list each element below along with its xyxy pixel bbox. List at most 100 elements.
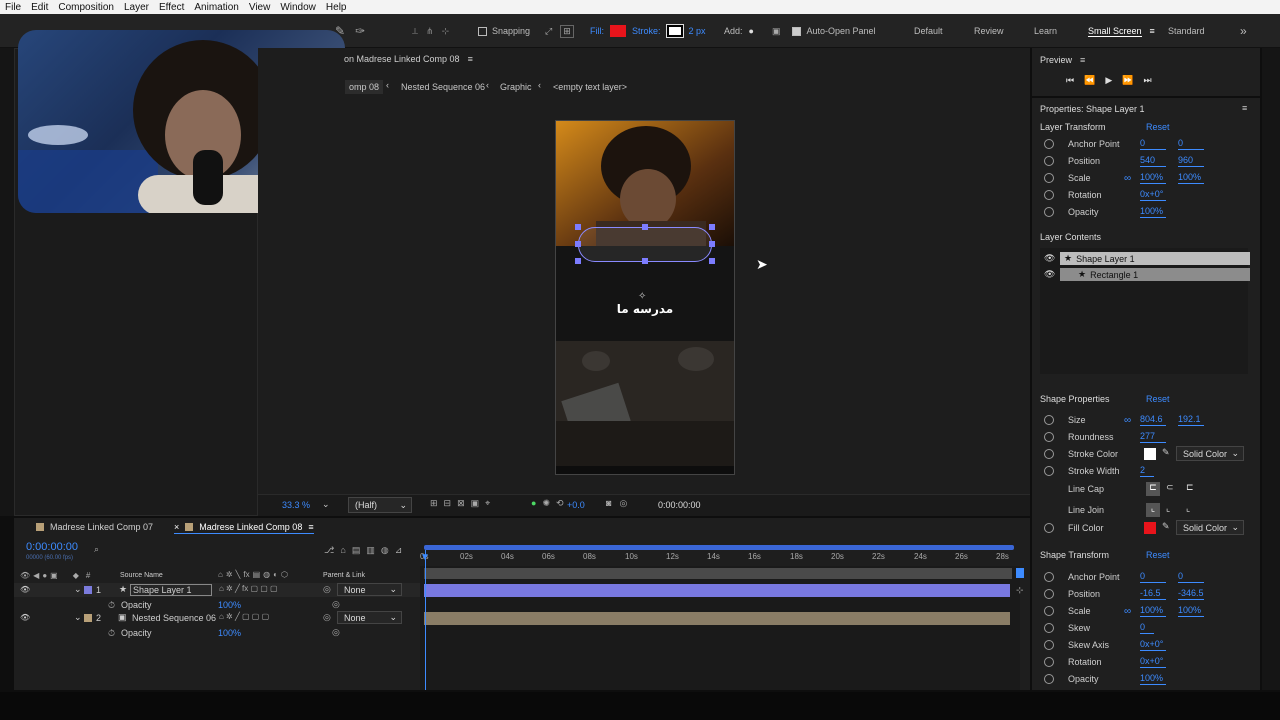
stroke-label[interactable]: Stroke: (632, 26, 661, 36)
menu-layer[interactable]: Layer (119, 2, 154, 13)
exposure-icon[interactable]: ⟲ (556, 498, 564, 509)
layer-label-color[interactable] (84, 614, 92, 622)
motion-blur-icon[interactable]: ◍ (381, 545, 389, 556)
stopwatch-icon[interactable] (1044, 139, 1054, 149)
selection-handle[interactable] (642, 258, 648, 264)
constrain-link-icon[interactable]: ∞ (1124, 415, 1131, 426)
layer-contents-item-shape-layer[interactable]: ★ Shape Layer 1 (1060, 252, 1250, 265)
workspace-small-screen[interactable]: Small Screen (1088, 26, 1142, 37)
menu-animation[interactable]: Animation (189, 2, 243, 13)
timeline-tab-comp-08[interactable]: × Madrese Linked Comp 08 ≡ (174, 522, 314, 534)
shape-opacity-value[interactable]: 100% (1140, 673, 1166, 685)
layer-2-duration-bar[interactable] (424, 612, 1010, 625)
resolution-dropdown[interactable]: (Half) ⌄ (348, 497, 412, 513)
shape-position-x-value[interactable]: -16.5 (1140, 588, 1166, 600)
shape-scale-x-value[interactable]: 100% (1140, 605, 1166, 617)
anchor-point-icon[interactable]: ✧ (638, 291, 646, 302)
stopwatch-icon[interactable] (1044, 657, 1054, 667)
bevel-join-icon[interactable]: ⌞ (1186, 503, 1190, 514)
menu-edit[interactable]: Edit (26, 2, 53, 13)
layer-contents-item-rectangle[interactable]: ★ Rectangle 1 (1060, 268, 1250, 281)
pickwhip-icon[interactable]: ◎ (332, 599, 340, 610)
composition-menu-icon[interactable]: ≡ (468, 54, 473, 64)
play-icon[interactable]: ▶ (1105, 75, 1112, 86)
mask-icon[interactable]: ⊠ (457, 498, 465, 509)
transparency-grid-icon[interactable]: ⊞ (430, 498, 438, 509)
shape-anchor-x-value[interactable]: 0 (1140, 571, 1166, 583)
draft-3d-icon[interactable]: ⌂ (340, 545, 345, 556)
shape-layer-bounding-box[interactable] (578, 227, 712, 262)
eye-icon[interactable]: 👁 (1044, 269, 1055, 280)
workspace-default[interactable]: Default (914, 26, 943, 36)
workspace-standard[interactable]: Standard (1168, 26, 1205, 36)
viewer-timecode[interactable]: 0:00:00:00 (658, 500, 701, 510)
stopwatch-icon[interactable] (1044, 674, 1054, 684)
eyedropper-icon[interactable]: ✎ (1162, 447, 1170, 458)
shape-scale-y-value[interactable]: 100% (1178, 605, 1204, 617)
layer-prop-value[interactable]: 100% (218, 628, 241, 638)
graph-editor-icon[interactable]: ⊿ (395, 545, 403, 556)
layer-name[interactable]: Shape Layer 1 (130, 584, 212, 596)
distribute-icon[interactable]: ⋔ (426, 26, 434, 37)
pin-tool-icon[interactable]: ✑ (355, 24, 365, 38)
rotation-value[interactable]: 0x+0° (1140, 189, 1166, 201)
snapping-checkbox[interactable] (478, 26, 487, 36)
fill-type-dropdown[interactable]: Solid Color ⌄ (1176, 520, 1244, 535)
stopwatch-icon[interactable] (1044, 190, 1054, 200)
menu-view[interactable]: View (244, 2, 276, 13)
layer-transform-reset[interactable]: Reset (1146, 122, 1170, 132)
size-height-value[interactable]: 192.1 (1178, 414, 1204, 426)
position-x-value[interactable]: 540 (1140, 155, 1166, 167)
frame-blending-icon[interactable]: ▥ (366, 545, 375, 556)
stopwatch-icon[interactable]: ⏱ (108, 600, 115, 611)
fill-color-swatch[interactable] (1144, 522, 1156, 534)
stroke-color-swatch[interactable] (1144, 448, 1156, 460)
shape-properties-reset[interactable]: Reset (1146, 394, 1170, 404)
menu-file[interactable]: File (0, 2, 26, 13)
round-join-icon[interactable]: ⌞ (1166, 503, 1170, 514)
round-cap-icon[interactable]: ⊂ (1166, 482, 1174, 493)
snap-options-icon[interactable]: ⤢ (545, 26, 552, 37)
visibility-icon[interactable]: 👁 (20, 613, 30, 622)
shy-icon[interactable]: ▤ (352, 545, 361, 556)
auto-open-checkbox[interactable] (792, 26, 802, 36)
region-icon[interactable]: ⊟ (444, 498, 452, 509)
stroke-width-value[interactable]: 2 (1140, 465, 1154, 477)
timeline-tab-comp-07[interactable]: Madrese Linked Comp 07 (36, 522, 153, 532)
fill-label[interactable]: Fill: (590, 26, 604, 36)
snap-grid-icon[interactable]: ⊞ (560, 24, 574, 38)
breadcrumb-graphic[interactable]: Graphic (500, 80, 532, 94)
snapshot-icon[interactable]: ◙ (606, 498, 611, 509)
layer-1-duration-bar[interactable] (424, 584, 1010, 597)
selection-handle[interactable] (642, 224, 648, 230)
next-frame-icon[interactable]: ⏩ (1122, 75, 1133, 86)
shape-anchor-y-value[interactable]: 0 (1178, 571, 1204, 583)
pickwhip-icon[interactable]: ◎ (332, 627, 340, 638)
shape-transform-reset[interactable]: Reset (1146, 550, 1170, 560)
skew-value[interactable]: 0 (1140, 622, 1154, 634)
preview-menu-icon[interactable]: ≡ (1080, 55, 1085, 65)
stopwatch-icon[interactable] (1044, 466, 1054, 476)
layer-switches[interactable]: ⌂ ✲ ╱ fx ▢ ▢ ▢ (219, 584, 278, 593)
projecting-cap-icon[interactable]: ⊏ (1186, 482, 1194, 493)
last-frame-icon[interactable]: ⏭ (1143, 75, 1151, 86)
opacity-value[interactable]: 100% (1140, 206, 1166, 218)
expand-chevron-icon[interactable]: ⌄ (74, 584, 82, 595)
parent-pickwhip-icon[interactable]: ◎ (323, 584, 331, 595)
timeline-search-icon[interactable]: ⌕ (94, 544, 99, 555)
stopwatch-icon[interactable] (1044, 156, 1054, 166)
guides-icon[interactable]: ▣ (471, 498, 480, 509)
timeline-timecode[interactable]: 0:00:00:00 (26, 541, 78, 553)
shape-rotation-value[interactable]: 0x+0° (1140, 656, 1166, 668)
breadcrumb-text-layer[interactable]: <empty text layer> (553, 80, 627, 94)
stopwatch-icon[interactable] (1044, 207, 1054, 217)
stopwatch-icon[interactable] (1044, 523, 1054, 533)
more-workspaces-icon[interactable]: » (1240, 24, 1247, 38)
stopwatch-icon[interactable] (1044, 415, 1054, 425)
layer-prop-value[interactable]: 100% (218, 600, 241, 610)
composition-flowchart-icon[interactable]: ⎇ (324, 545, 334, 556)
constrain-link-icon[interactable]: ∞ (1124, 173, 1131, 184)
miter-join-icon[interactable]: ⌞ (1146, 503, 1160, 517)
workspace-menu-icon[interactable]: ≡ (1150, 26, 1155, 36)
expand-chevron-icon[interactable]: ⌄ (74, 612, 82, 623)
